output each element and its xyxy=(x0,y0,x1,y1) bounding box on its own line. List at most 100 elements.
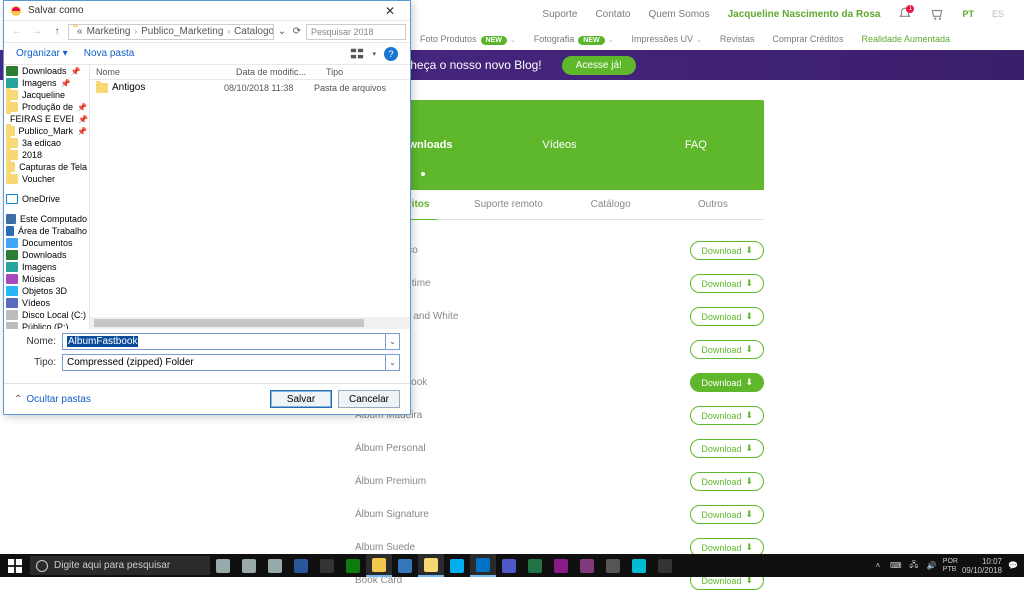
menu-impressoes[interactable]: Impressões UV⌄ xyxy=(632,34,702,44)
taskbar-search[interactable]: Digite aqui para pesquisar xyxy=(30,556,210,575)
download-button[interactable]: Download⬇ xyxy=(690,241,764,260)
nav-back-icon[interactable]: ← xyxy=(8,26,26,37)
skype-icon[interactable] xyxy=(444,554,470,577)
chrome-icon[interactable] xyxy=(366,554,392,577)
subtab-suporte[interactable]: Suporte remoto xyxy=(457,190,559,219)
tree-item[interactable]: Publico_Mark📌 xyxy=(4,125,89,137)
system-tray[interactable]: ˄ ⌨ 🖧 🔊 POR PTB 10:07 09/10/2018 💬 xyxy=(871,557,1024,575)
refresh-icon[interactable]: ⟳ xyxy=(290,26,304,37)
filetype-dropdown[interactable]: ⌄ xyxy=(386,354,400,371)
menu-realidade[interactable]: Realidade Aumentada xyxy=(861,34,950,44)
chevron-up-icon[interactable]: ⌃ xyxy=(14,394,22,405)
nav-up-icon[interactable]: ↑ xyxy=(48,26,66,37)
user-name[interactable]: Jacqueline Nascimento da Rosa xyxy=(728,9,881,20)
download-button[interactable]: Download⬇ xyxy=(690,340,764,359)
download-button[interactable]: Download⬇ xyxy=(690,274,764,293)
h-scrollbar[interactable] xyxy=(90,317,410,329)
tree-item[interactable]: Este Computado xyxy=(4,213,89,225)
tree-item[interactable]: Imagens xyxy=(4,261,89,273)
view-mode-icon[interactable] xyxy=(350,47,364,61)
tree-item[interactable]: Público (P:) xyxy=(4,321,89,329)
path-dropdown-icon[interactable]: ⌄ xyxy=(276,26,288,37)
tree-item[interactable]: Área de Trabalho xyxy=(4,225,89,237)
search-input[interactable]: Pesquisar 2018 xyxy=(306,24,406,40)
word-icon[interactable] xyxy=(288,554,314,577)
people-icon[interactable] xyxy=(236,554,262,577)
cart-icon[interactable] xyxy=(930,7,944,21)
teams-icon[interactable] xyxy=(496,554,522,577)
help-icon[interactable]: ? xyxy=(384,47,398,61)
subtab-catalogo[interactable]: Catálogo xyxy=(560,190,662,219)
tree-item[interactable]: Imagens📌 xyxy=(4,77,89,89)
filetype-select[interactable]: Compressed (zipped) Folder xyxy=(62,354,386,371)
menu-comprar-creditos[interactable]: Comprar Créditos xyxy=(772,34,843,44)
lang-es[interactable]: ES xyxy=(992,9,1004,19)
tree-item[interactable]: Vídeos xyxy=(4,297,89,309)
bell-icon[interactable]: 1 xyxy=(898,7,912,21)
link-suporte[interactable]: Suporte xyxy=(542,9,577,20)
movie-icon[interactable] xyxy=(652,554,678,577)
tree-item[interactable]: Downloads📌 xyxy=(4,65,89,77)
link-contato[interactable]: Contato xyxy=(595,9,630,20)
cancel-button[interactable]: Cancelar xyxy=(338,390,400,408)
keyboard-icon[interactable]: ⌨ xyxy=(889,559,903,573)
file-row[interactable]: Antigos08/10/2018 11:38Pasta de arquivos xyxy=(90,80,410,95)
tree-item[interactable]: Músicas xyxy=(4,273,89,285)
volume-icon[interactable]: 🔊 xyxy=(925,559,939,573)
tab-faq[interactable]: FAQ xyxy=(628,100,764,190)
tree-item[interactable]: Documentos xyxy=(4,237,89,249)
tab-videos[interactable]: Vídeos xyxy=(491,100,627,190)
filename-input[interactable]: AlbumFastbook xyxy=(62,333,386,350)
edge-icon[interactable] xyxy=(392,554,418,577)
task-view-icon[interactable] xyxy=(210,554,236,577)
tree-item[interactable]: Produção de📌 xyxy=(4,101,89,113)
tree-item[interactable]: OneDrive xyxy=(4,193,89,205)
tree-item[interactable]: 3a edicao xyxy=(4,137,89,149)
clock[interactable]: 10:07 09/10/2018 xyxy=(962,557,1002,575)
tree-item[interactable]: Capturas de Tela xyxy=(4,161,89,173)
tree-item[interactable]: Downloads xyxy=(4,249,89,261)
download-button[interactable]: Download⬇ xyxy=(690,439,764,458)
download-button[interactable]: Download⬇ xyxy=(690,472,764,491)
filename-dropdown[interactable]: ⌄ xyxy=(386,333,400,350)
menu-revistas[interactable]: Revistas xyxy=(720,34,755,44)
save-button[interactable]: Salvar xyxy=(270,390,332,408)
excel-icon[interactable] xyxy=(522,554,548,577)
start-button[interactable] xyxy=(0,554,30,577)
nav-fwd-icon[interactable]: → xyxy=(28,26,46,37)
store-icon[interactable] xyxy=(262,554,288,577)
menu-foto-produtos[interactable]: Foto ProdutosNEW⌄ xyxy=(420,34,516,44)
tree-item[interactable]: Jacqueline xyxy=(4,89,89,101)
subtab-outros[interactable]: Outros xyxy=(662,190,764,219)
onenote-icon[interactable] xyxy=(574,554,600,577)
calc-icon[interactable] xyxy=(314,554,340,577)
tree-item[interactable]: FEIRAS E EVEI📌 xyxy=(4,113,89,125)
tree-item[interactable]: Voucher xyxy=(4,173,89,185)
hide-folders-link[interactable]: Ocultar pastas xyxy=(26,394,90,405)
notifications-icon[interactable]: 💬 xyxy=(1006,559,1020,573)
download-button[interactable]: Download⬇ xyxy=(690,406,764,425)
tree-item[interactable]: Disco Local (C:) xyxy=(4,309,89,321)
link-quemsomos[interactable]: Quem Somos xyxy=(648,9,709,20)
breadcrumb[interactable]: « Marketing› Publico_Marketing› Catalogo… xyxy=(68,24,274,40)
file-list-header[interactable]: Nome Data de modific... Tipo xyxy=(90,65,410,80)
tree-item[interactable]: 2018 xyxy=(4,149,89,161)
tray-lang[interactable]: POR PTB xyxy=(943,558,958,574)
spark-icon[interactable] xyxy=(600,554,626,577)
download-button[interactable]: Download⬇ xyxy=(690,307,764,326)
xbox-icon[interactable] xyxy=(340,554,366,577)
folder-tree[interactable]: Downloads📌Imagens📌JacquelineProdução de📌… xyxy=(4,65,90,329)
file-list[interactable]: Nome Data de modific... Tipo Antigos08/1… xyxy=(90,65,410,329)
lang-pt[interactable]: PT xyxy=(962,9,974,19)
close-icon[interactable]: ✕ xyxy=(376,4,404,18)
network-icon[interactable]: 🖧 xyxy=(907,559,921,573)
tray-up-icon[interactable]: ˄ xyxy=(871,559,885,573)
download-button[interactable]: Download⬇ xyxy=(690,373,764,392)
download-button[interactable]: Download⬇ xyxy=(690,505,764,524)
tree-item[interactable]: Objetos 3D xyxy=(4,285,89,297)
blog-cta-button[interactable]: Acesse já! xyxy=(562,56,636,75)
outlook-icon[interactable] xyxy=(470,554,496,577)
organize-menu[interactable]: Organizar ▾ xyxy=(16,48,68,59)
menu-fotografia[interactable]: FotografiaNEW⌄ xyxy=(534,34,614,44)
new-folder-button[interactable]: Nova pasta xyxy=(84,48,135,59)
